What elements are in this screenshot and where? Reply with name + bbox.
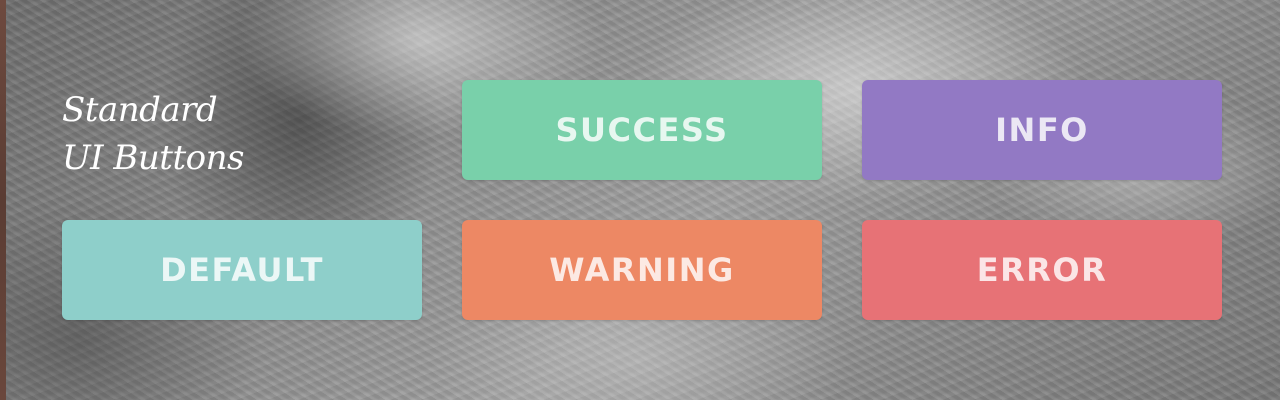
error-button[interactable]: ERROR — [862, 220, 1222, 320]
info-button[interactable]: INFO — [862, 80, 1222, 180]
background-edge — [0, 0, 6, 400]
success-button[interactable]: SUCCESS — [462, 80, 822, 180]
page-title-line-2: UI Buttons — [62, 138, 244, 178]
page-title: Standard UI Buttons — [62, 86, 362, 182]
warning-button[interactable]: WARNING — [462, 220, 822, 320]
default-button[interactable]: DEFAULT — [62, 220, 422, 320]
page-title-line-1: Standard — [62, 90, 218, 130]
